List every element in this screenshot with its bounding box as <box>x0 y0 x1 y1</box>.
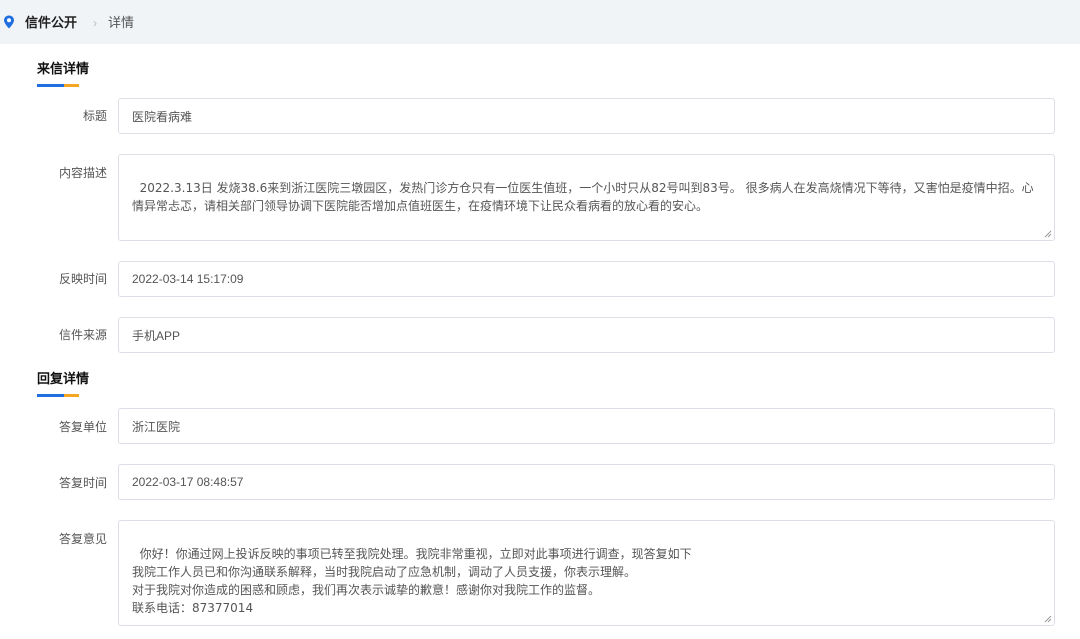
resize-handle-icon[interactable] <box>1044 230 1052 238</box>
label-reply-time: 答复时间 <box>58 476 107 490</box>
title-field[interactable]: 医院看病难 <box>118 98 1055 134</box>
content-value: 2022.3.13日 发烧38.6来到浙江医院三墩园区，发热门诊方仓只有一位医生… <box>132 181 1034 213</box>
section-underline <box>37 394 79 397</box>
source-value: 手机APP <box>132 328 181 343</box>
label-report-time: 反映时间 <box>58 272 107 286</box>
content-textarea[interactable]: 2022.3.13日 发烧38.6来到浙江医院三墩园区，发热门诊方仓只有一位医生… <box>118 154 1055 241</box>
reply-unit-value: 浙江医院 <box>132 419 181 434</box>
breadcrumb-root[interactable]: 信件公开 <box>25 15 77 31</box>
title-value: 医院看病难 <box>132 109 193 124</box>
label-reply-opinion: 答复意见 <box>58 532 107 546</box>
section-title-reply: 回复详情 <box>37 371 90 386</box>
reply-opinion-textarea[interactable]: 你好！你通过网上投诉反映的事项已转至我院处理。我院非常重视，立即对此事项进行调查… <box>118 520 1055 626</box>
reply-time-value: 2022-03-17 08:48:57 <box>132 475 244 489</box>
reply-time-field[interactable]: 2022-03-17 08:48:57 <box>118 464 1055 500</box>
label-title: 标题 <box>82 109 107 123</box>
breadcrumb-bar: 信件公开 › 详情 <box>0 0 1080 44</box>
label-source: 信件来源 <box>58 328 107 342</box>
breadcrumb-current: 详情 <box>108 15 135 30</box>
report-time-field[interactable]: 2022-03-14 15:17:09 <box>118 261 1055 297</box>
resize-handle-icon[interactable] <box>1044 615 1052 623</box>
section-underline <box>37 84 79 87</box>
report-time-value: 2022-03-14 15:17:09 <box>132 272 244 286</box>
reply-opinion-value: 你好！你通过网上投诉反映的事项已转至我院处理。我院非常重视，立即对此事项进行调查… <box>132 547 692 615</box>
label-reply-unit: 答复单位 <box>58 420 107 434</box>
location-pin-icon <box>4 15 14 29</box>
section-title-letter: 来信详情 <box>37 61 90 76</box>
label-content: 内容描述 <box>58 166 107 180</box>
breadcrumb-separator: › <box>93 16 97 30</box>
reply-unit-field[interactable]: 浙江医院 <box>118 408 1055 444</box>
source-field[interactable]: 手机APP <box>118 317 1055 353</box>
